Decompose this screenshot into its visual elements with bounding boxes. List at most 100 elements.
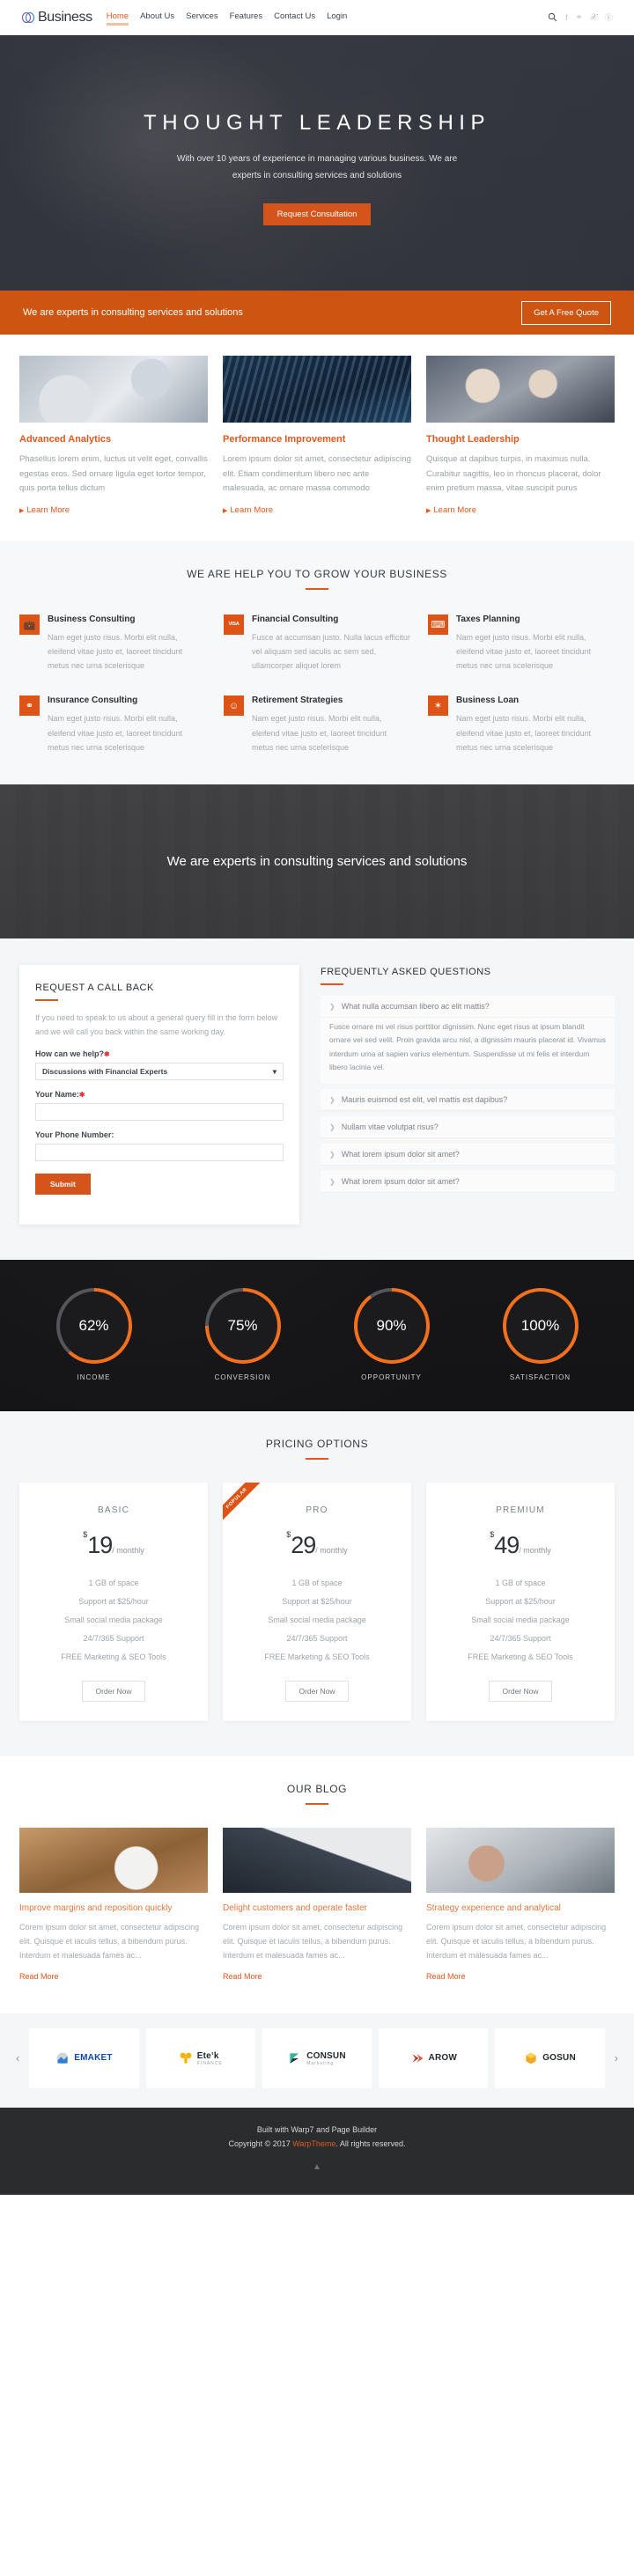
learn-more-link[interactable]: ▶ Learn More bbox=[223, 505, 273, 515]
faq-question-label: What lorem ipsum dolor sit amet? bbox=[341, 1177, 460, 1187]
nav-item-features[interactable]: Features bbox=[230, 11, 263, 24]
pricing-title: PRICING OPTIONS bbox=[265, 1438, 369, 1451]
twitter-icon[interactable]: 𝒳 bbox=[590, 12, 597, 22]
grow-section-title: WE ARE HELP YOU TO GROW YOUR BUSINESS bbox=[187, 567, 447, 580]
stat-item: 90% OPPORTUNITY bbox=[353, 1288, 430, 1381]
faq-question[interactable]: ❯ What nulla accumsan libero ac elit matt… bbox=[321, 996, 615, 1018]
price-period: / monthly bbox=[315, 1546, 348, 1556]
get-a-free-quote-button[interactable]: Get A Free Quote bbox=[521, 300, 611, 325]
service-item[interactable]: ⚭ Insurance Consulting Nam eget justo ri… bbox=[19, 696, 206, 754]
stat-label: INCOME bbox=[77, 1373, 111, 1382]
request-consultation-button[interactable]: Request Consultation bbox=[262, 203, 372, 225]
read-more-link[interactable]: Read More bbox=[426, 1972, 466, 1981]
feature-title: Advanced Analytics bbox=[19, 434, 112, 445]
order-now-button[interactable]: Order Now bbox=[82, 1681, 145, 1703]
nav-item-login[interactable]: Login bbox=[327, 11, 347, 24]
name-input[interactable] bbox=[35, 1103, 284, 1122]
carousel-prev-icon[interactable]: ‹ bbox=[12, 2051, 23, 2064]
order-now-button[interactable]: Order Now bbox=[489, 1681, 552, 1703]
submit-button[interactable]: Submit bbox=[35, 1174, 91, 1196]
order-now-button[interactable]: Order Now bbox=[285, 1681, 349, 1703]
carousel-next-icon[interactable]: › bbox=[611, 2051, 622, 2064]
service-item[interactable]: ⌨ Taxes Planning Nam eget justo risus. M… bbox=[428, 614, 615, 673]
copyright-prefix: Copyright © 2017 bbox=[228, 2138, 293, 2148]
plan-price: $19/ monthly bbox=[30, 1530, 197, 1559]
learn-more-link[interactable]: ▶ Learn More bbox=[19, 505, 70, 515]
footer-copyright: Copyright © 2017 WarpTheme. All rights r… bbox=[0, 2139, 634, 2148]
feature-title: Thought Leadership bbox=[426, 434, 520, 445]
service-item[interactable]: ☺ Retirement Strategies Nam eget justo r… bbox=[224, 696, 410, 754]
hero-subtitle: With over 10 years of experience in mana… bbox=[176, 154, 458, 180]
plan-feature: FREE Marketing & SEO Tools bbox=[264, 1652, 370, 1662]
phone-input[interactable] bbox=[35, 1144, 284, 1162]
request-call-back-form: REQUEST A CALL BACK If you need to speak… bbox=[19, 965, 299, 1225]
statistics-section: 62% INCOME 75% CONVERSION 90% OPPORTUNIT… bbox=[0, 1260, 634, 1411]
partner-logo-name: Eteʼk bbox=[196, 2050, 219, 2061]
partner-logo-item[interactable]: EMAKET bbox=[29, 2028, 139, 2088]
etek-logo-icon bbox=[179, 2051, 193, 2065]
price-period: / monthly bbox=[112, 1546, 144, 1556]
blog-post-desc: Corem ipsum dolor sit amet, consectetur … bbox=[19, 1923, 200, 1960]
service-desc: Nam eget justo risus. Morbi elit nulla, … bbox=[48, 714, 183, 752]
partner-logo-carousel: ‹ EMAKET Eteʼk FINANCE CONSUN Marketing AR… bbox=[0, 2013, 634, 2108]
partner-logo-item[interactable]: CONSUN Marketing bbox=[262, 2028, 372, 2088]
google-plus-icon[interactable]: ⓚ bbox=[605, 11, 613, 23]
facebook-icon[interactable]: f bbox=[565, 13, 568, 22]
help-label: How can we help?✱ bbox=[35, 1049, 110, 1059]
github-icon[interactable]: ⚭ bbox=[576, 12, 583, 22]
pricing-card: BASIC $19/ monthly 1 GB of space Support… bbox=[19, 1483, 208, 1722]
pricing-grid: BASIC $19/ monthly 1 GB of space Support… bbox=[19, 1483, 615, 1722]
plan-feature: Support at $25/hour bbox=[282, 1597, 352, 1607]
scroll-to-top-icon[interactable]: ▲ bbox=[0, 2162, 634, 2172]
plan-name: PREMIUM bbox=[496, 1505, 545, 1516]
nav-item-home[interactable]: Home bbox=[106, 11, 129, 26]
stat-item: 62% INCOME bbox=[55, 1288, 132, 1382]
emaket-logo-icon bbox=[55, 2051, 70, 2065]
nav-item-services[interactable]: Services bbox=[186, 11, 217, 24]
feature-image bbox=[19, 356, 208, 423]
section-divider bbox=[306, 587, 328, 590]
faq-question[interactable]: ❯ What lorem ipsum dolor sit amet? bbox=[321, 1144, 615, 1167]
pricing-card: POPULAR PRO $29/ monthly 1 GB of space S… bbox=[223, 1483, 411, 1722]
blog-post-desc: Corem ipsum dolor sit amet, consectetur … bbox=[223, 1923, 403, 1960]
section-divider bbox=[35, 999, 58, 1001]
feature-card: Performance Improvement Lorem ipsum dolo… bbox=[223, 356, 411, 515]
blog-post-title[interactable]: Delight customers and operate faster bbox=[223, 1903, 411, 1913]
form-and-faq-section: REQUEST A CALL BACK If you need to speak… bbox=[0, 938, 634, 1261]
caret-right-icon: ▶ bbox=[19, 507, 25, 514]
nav-item-about-us[interactable]: About Us bbox=[140, 11, 174, 24]
warptheme-link[interactable]: WarpTheme bbox=[292, 2139, 335, 2148]
partner-logo-item[interactable]: Eteʼk FINANCE bbox=[145, 2028, 255, 2088]
faq-question[interactable]: ❯ Mauris euismod est elit, vel mattis est… bbox=[321, 1089, 615, 1112]
service-title: Retirement Strategies bbox=[252, 696, 343, 706]
blog-post-title[interactable]: Improve margins and reposition quickly bbox=[19, 1903, 208, 1913]
blog-post-title[interactable]: Strategy experience and analytical bbox=[426, 1903, 615, 1913]
faq-question[interactable]: ❯ What lorem ipsum dolor sit amet? bbox=[321, 1171, 615, 1194]
site-logo[interactable]: Business bbox=[21, 10, 92, 26]
pricing-section: PRICING OPTIONS BASIC $19/ monthly 1 GB … bbox=[0, 1411, 634, 1757]
stat-value: 90% bbox=[357, 1292, 426, 1361]
chevron-right-icon: ❯ bbox=[329, 1177, 335, 1186]
partner-logo-text: Eteʼk FINANCE bbox=[197, 2050, 223, 2066]
learn-more-link[interactable]: ▶ Learn More bbox=[426, 505, 476, 515]
read-more-link[interactable]: Read More bbox=[223, 1972, 262, 1981]
partner-logo-item[interactable]: AROW bbox=[379, 2028, 489, 2088]
search-icon[interactable] bbox=[548, 12, 557, 22]
service-item[interactable]: ✶ Business Loan Nam eget justo risus. Mo… bbox=[428, 696, 615, 754]
service-item[interactable]: VISA Financial Consulting Fusce at accum… bbox=[224, 614, 410, 673]
service-title: Business Consulting bbox=[48, 614, 136, 624]
service-desc: Nam eget justo risus. Morbi elit nulla, … bbox=[456, 632, 592, 671]
service-item[interactable]: 💼 Business Consulting Nam eget justo ris… bbox=[19, 614, 206, 673]
read-more-link[interactable]: Read More bbox=[19, 1972, 59, 1981]
feature-desc: Quisque at dapibus turpis, in maximus nu… bbox=[426, 454, 601, 494]
required-marker: ✱ bbox=[78, 1091, 85, 1100]
help-select-value: Discussions with Financial Experts bbox=[42, 1067, 168, 1077]
services-grid: 💼 Business Consulting Nam eget justo ris… bbox=[19, 614, 615, 754]
nav-item-contact-us[interactable]: Contact Us bbox=[274, 11, 315, 24]
help-select[interactable]: Discussions with Financial Experts ▾ bbox=[35, 1063, 284, 1081]
partner-logo-item[interactable]: GOSUN bbox=[495, 2028, 605, 2088]
faq-question[interactable]: ❯ Nullam vitae volutpat risus? bbox=[321, 1116, 615, 1139]
price-amount: 19 bbox=[87, 1532, 113, 1559]
hero-title: THOUGHT LEADERSHIP bbox=[144, 111, 490, 135]
feature-image bbox=[223, 356, 411, 423]
